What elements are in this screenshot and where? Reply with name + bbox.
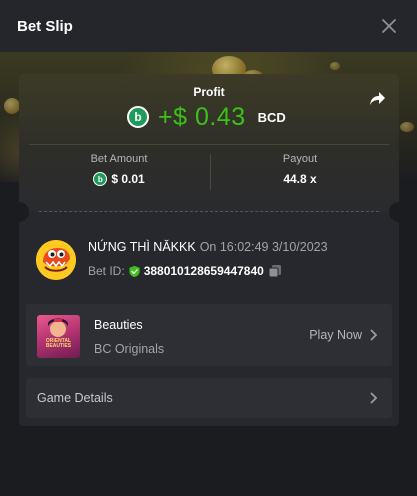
profit-value: +$ 0.43: [158, 102, 246, 131]
play-now-label: Play Now: [309, 328, 362, 342]
modal-title: Bet Slip: [17, 17, 73, 35]
copy-icon[interactable]: [268, 264, 282, 278]
ticket-notch-right: [389, 202, 399, 222]
profit-label: Profit: [193, 85, 225, 99]
bc-coin-icon: b: [93, 172, 108, 186]
shield-check-icon: [129, 265, 140, 277]
chevron-right-icon: [370, 329, 378, 341]
play-now-button[interactable]: Play Now: [309, 328, 378, 342]
bet-time: On 16:02:49 3/10/2023: [199, 240, 328, 254]
share-icon: [370, 92, 385, 105]
profit-currency: BCD: [257, 109, 286, 125]
modal-header: Bet Slip: [0, 0, 417, 52]
bet-id-label: Bet ID:: [88, 264, 125, 278]
game-details-row[interactable]: Game Details: [26, 378, 392, 418]
coin-decoration: [330, 62, 340, 70]
game-details-label: Game Details: [37, 391, 113, 405]
payout-value: 44.8 x: [283, 172, 317, 186]
divider: [29, 144, 389, 145]
close-button[interactable]: [379, 16, 399, 36]
user-name[interactable]: NỨNG THÌ NĂKKK: [88, 240, 196, 254]
bc-coin-icon: b: [127, 106, 149, 128]
share-button[interactable]: [367, 88, 387, 108]
bet-id-value: 388010128659447840: [143, 264, 264, 278]
game-provider: BC Originals: [94, 342, 165, 356]
game-thumbnail-text: ORIENTAL BEAUTIES: [45, 338, 72, 349]
profit-row: b +$ 0.43 BCD: [127, 102, 286, 132]
user-line: NỨNG THÌ NĂKKK On 16:02:49 3/10/2023: [88, 240, 328, 254]
coin-decoration: [400, 122, 414, 132]
game-row[interactable]: ORIENTAL BEAUTIES Beauties BC Originals …: [26, 304, 392, 366]
payout-label: Payout: [282, 153, 318, 165]
bet-id-line: Bet ID: 388010128659447840: [88, 264, 282, 278]
game-thumbnail-art: [48, 318, 68, 337]
bet-amount-value-row: b $ 0.01: [29, 172, 209, 186]
coin-decoration: [4, 98, 20, 114]
bet-amount-value: $ 0.01: [111, 172, 145, 186]
game-title: Beauties: [94, 318, 143, 332]
game-thumbnail[interactable]: ORIENTAL BEAUTIES: [37, 315, 80, 358]
avatar-dino-icon: [36, 240, 76, 280]
chevron-right-icon: [370, 392, 378, 404]
close-icon: [382, 19, 396, 33]
ticket-dashed-divider: [39, 211, 379, 212]
avatar[interactable]: [36, 240, 76, 280]
bet-amount-stat: Bet Amount b $ 0.01: [29, 153, 209, 186]
bet-amount-label: Bet Amount: [90, 153, 148, 165]
bet-card: Profit b +$ 0.43 BCD Bet Amount b $ 0.01…: [19, 74, 399, 426]
payout-stat: Payout 44.8 x: [210, 153, 390, 186]
bet-slip-modal: Bet Slip Profit b +$ 0.43 BCD Bet Amount…: [0, 0, 417, 496]
payout-value-row: 44.8 x: [210, 172, 390, 186]
